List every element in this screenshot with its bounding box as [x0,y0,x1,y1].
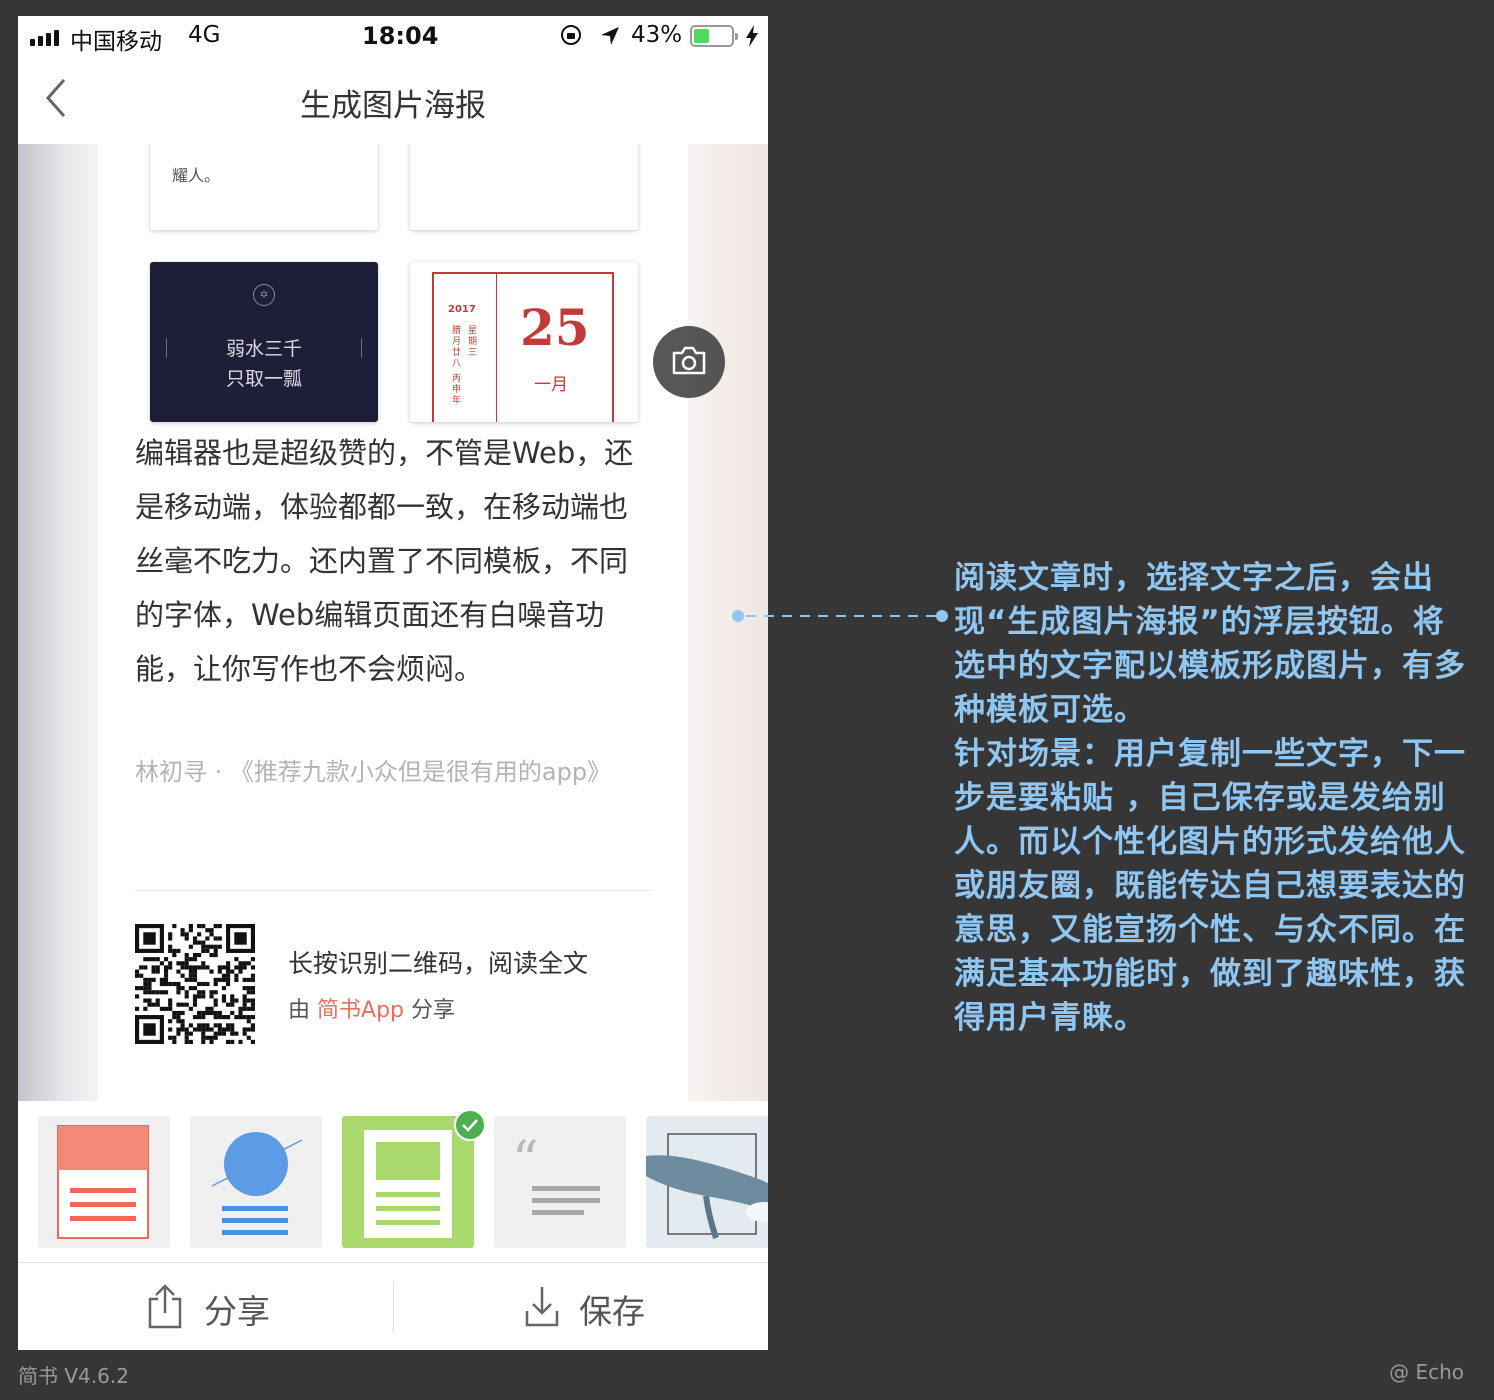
status-bar: 中国移动 4G 18:04 43% [18,16,768,58]
template-picker: “ [18,1101,768,1261]
app-version: 简书 V4.6.2 [18,1364,129,1388]
calendar-weekday: 星期三 [468,326,478,358]
save-button[interactable]: 保存 [393,1263,768,1350]
nav-bar: 生成图片海报 [18,58,768,145]
charging-bolt-icon [746,25,758,47]
star-emblem-icon: ✡ [253,284,275,306]
carrier-label: 中国移动 [70,29,162,55]
network-label: 4G [188,22,221,48]
orientation-lock-icon [561,25,581,45]
download-icon [525,1287,559,1327]
location-arrow-icon [601,27,619,45]
template-card-text-snippet: 耀人。 [172,166,221,185]
article-source: 林初寻 · 《推荐九款小众但是很有用的app》 [135,758,612,786]
poster-card: 耀人。 ✡ 弱水三千 只取一瓢 2017 星期三 腊月廿八 丙申年 25 一月 [98,144,725,1101]
share-button[interactable]: 分享 [18,1263,393,1350]
qr-code [135,924,255,1044]
app-name: 简书App [317,998,404,1023]
generate-poster-button[interactable] [653,326,725,398]
phone-screen: 中国移动 4G 18:04 43% 生成图片海报 耀人。 ✡ 弱水三千 只取一瓢 [18,16,768,1350]
template-card-dark: ✡ 弱水三千 只取一瓢 [150,262,378,422]
annotation-text: 阅读文章时，选择文字之后，会出现“生成图片海报”的浮层按钮。将选中的文字配以模板… [954,560,1466,1036]
action-bar: 分享 保存 [18,1262,768,1350]
camera-icon [672,346,706,375]
share-prefix: 由 [288,998,311,1023]
calendar-month: 一月 [534,375,568,395]
calendar-divider [496,272,497,422]
template-quote-icon: “ [512,1131,600,1215]
quote-text: 编辑器也是超级赞的，不管是Web，还是移动端，体验都都一致，在移动端也丝毫不吃力… [135,436,634,686]
template-card-text: 耀人。 [150,144,378,230]
qr-hint: 长按识别二维码，阅读全文 [288,949,589,978]
signal-icon [30,30,59,46]
selected-check-icon [454,1109,486,1141]
template-quote-option[interactable]: “ [494,1116,626,1248]
dark-card-line1: 弱水三千 [225,338,302,360]
annotation-connector [732,610,948,622]
calendar-lunar: 腊月廿八 [452,326,462,369]
template-whale-photo-icon [646,1116,768,1248]
clock: 18:04 [362,22,439,50]
page-title: 生成图片海报 [300,88,486,124]
template-card-blank [410,144,638,230]
share-label: 分享 [204,1292,270,1331]
template-red-icon [57,1125,149,1239]
share-icon [148,1284,182,1329]
template-green-option[interactable] [342,1116,474,1248]
template-card-calendar: 2017 星期三 腊月廿八 丙申年 25 一月 [410,262,638,422]
save-label: 保存 [579,1292,645,1331]
battery-icon [690,25,738,47]
divider [135,890,651,891]
share-suffix: 分享 [411,998,456,1023]
calendar-year: 2017 [448,304,476,315]
author-credit: @ Echo [1389,1360,1464,1384]
dark-card-line2: 只取一瓢 [225,368,302,390]
template-blue-option[interactable] [190,1116,322,1248]
template-red-option[interactable] [38,1116,170,1248]
battery-percent: 43% [631,22,683,48]
template-blue-circle-icon [211,1132,303,1235]
poster-preview-area: 耀人。 ✡ 弱水三千 只取一瓢 2017 星期三 腊月廿八 丙申年 25 一月 [18,144,768,1101]
calendar-day: 25 [520,298,590,357]
svg-text:“: “ [512,1131,539,1191]
template-green-icon [364,1130,452,1238]
template-whale-option[interactable] [646,1116,768,1248]
share-attribution: 由 简书App 分享 [288,992,455,1024]
calendar-ganzhi: 丙申年 [452,374,462,406]
battery-level [694,29,710,43]
